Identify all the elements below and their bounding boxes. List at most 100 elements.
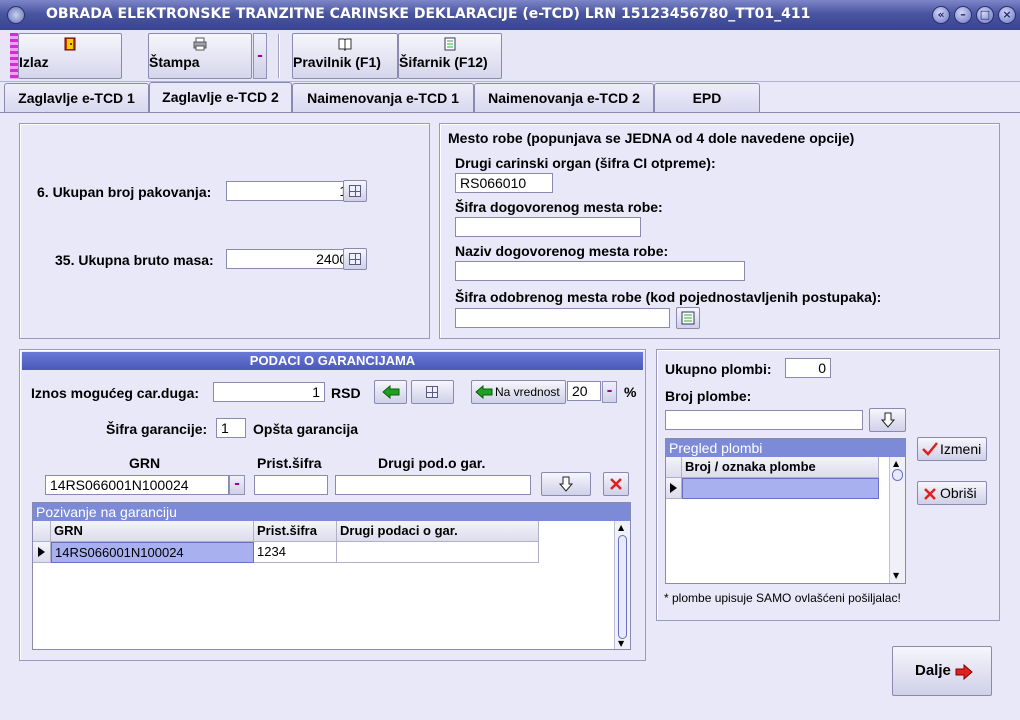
percent-input[interactable]: 20 [567, 381, 601, 401]
tab-header-2[interactable]: Zaglavlje e-TCD 2 [149, 82, 292, 113]
toolbar: Izlaz Štampa - Pravilnik (F1) Šifarnik (… [0, 30, 1020, 82]
exit-label: Izlaz [19, 54, 49, 70]
delete-seal-button[interactable]: Obriši [917, 481, 987, 505]
scroll-up-icon[interactable]: ▲ [618, 523, 624, 532]
maximize-icon[interactable]: □ [976, 6, 994, 24]
column-header-other[interactable]: Drugi podaci o gar. [337, 521, 539, 542]
scroll-down-icon[interactable]: ▼ [893, 571, 899, 580]
edit-seal-button[interactable]: Izmeni [917, 437, 987, 461]
debt-apply-button[interactable] [374, 380, 407, 404]
seals-total-input[interactable]: 0 [785, 358, 831, 378]
seals-grid-scrollbar[interactable]: ▲ ▼ [889, 457, 905, 583]
window-title: OBRADA ELEKTRONSKE TRANZITNE CARINSKE DE… [46, 6, 811, 22]
scroll-down-icon[interactable]: ▼ [618, 639, 624, 648]
column-header-grn[interactable]: GRN [51, 521, 254, 542]
access-code-input[interactable] [254, 475, 328, 495]
delete-seal-label: Obriši [940, 485, 977, 501]
book-icon [338, 38, 352, 51]
scroll-thumb[interactable] [618, 535, 627, 639]
agreed-name-input[interactable] [455, 261, 745, 281]
close-icon[interactable]: × [998, 6, 1016, 24]
table-cell-access[interactable]: 1234 [254, 542, 337, 563]
grn-options-button[interactable]: - [229, 475, 245, 495]
next-label: Dalje [915, 662, 951, 679]
list-document-icon [444, 37, 456, 51]
seals-grid-title: Pregled plombi [666, 439, 905, 457]
debt-label: Iznos mogućeg car.duga: [31, 385, 200, 401]
title-bar: OBRADA ELEKTRONSKE TRANZITNE CARINSKE DE… [0, 0, 1020, 30]
guarantee-code-input[interactable]: 1 [216, 418, 246, 438]
gross-mass-label: 35. Ukupna bruto masa: [55, 252, 214, 268]
toolbar-grip[interactable] [10, 33, 18, 79]
calculator-icon [426, 386, 438, 398]
agreed-code-label: Šifra dogovorenog mesta robe: [455, 199, 663, 215]
other-guarantee-input[interactable] [335, 475, 531, 495]
minimize-icon[interactable]: – [954, 6, 972, 24]
percent-options-button[interactable]: - [602, 381, 617, 403]
column-header-access[interactable]: Prist.šifra [254, 521, 337, 542]
seals-note: * plombe upisuje SAMO ovlašćeni pošiljal… [664, 591, 901, 605]
scroll-thumb[interactable] [892, 469, 903, 481]
toolbar-separator [278, 34, 280, 78]
approved-code-lookup-button[interactable] [676, 307, 700, 329]
column-header-seal[interactable]: Broj / oznaka plombe [682, 457, 879, 478]
to-value-button[interactable]: Na vrednost [471, 380, 566, 404]
guarantee-code-label: Šifra garancije: [106, 421, 208, 437]
tab-epd[interactable]: EPD [654, 83, 760, 112]
row-pointer-icon [670, 483, 677, 493]
grn-input[interactable]: 14RS066001N100024 [45, 475, 229, 495]
codebook-button[interactable]: Šifarnik (F12) [398, 33, 502, 79]
green-left-arrow-icon [382, 385, 400, 399]
guarantee-header: PODACI O GARANCIJAMA [22, 352, 643, 370]
tab-items-1[interactable]: Naimenovanja e-TCD 1 [292, 83, 474, 112]
add-guarantee-button[interactable] [541, 472, 591, 496]
grn-label: GRN [129, 455, 161, 471]
row-indicator[interactable] [666, 478, 682, 499]
rules-button[interactable]: Pravilnik (F1) [292, 33, 398, 79]
to-value-label: Na vrednost [495, 385, 560, 399]
table-cell-grn[interactable]: 14RS066001N100024 [51, 542, 254, 563]
gross-mass-calc-button[interactable] [343, 248, 367, 270]
other-customs-input[interactable]: RS066010 [455, 173, 553, 193]
seals-grid: Pregled plombi Broj / oznaka plombe ▲ ▼ [665, 438, 906, 584]
delete-guarantee-button[interactable] [603, 472, 629, 496]
seal-number-label: Broj plombe: [665, 388, 752, 404]
calculator-icon [349, 185, 361, 197]
app-menu-icon[interactable] [7, 6, 25, 24]
door-icon [64, 37, 76, 51]
scroll-up-icon[interactable]: ▲ [893, 459, 899, 468]
add-seal-button[interactable] [869, 408, 906, 432]
debt-input[interactable]: 1 [213, 382, 325, 402]
edit-seal-label: Izmeni [940, 441, 982, 457]
next-button[interactable]: Dalje [892, 646, 992, 696]
print-button[interactable]: Štampa [148, 33, 252, 79]
down-arrow-icon [559, 476, 573, 492]
seals-panel: Ukupno plombi: 0 Broj plombe: Pregled pl… [656, 349, 1000, 621]
guarantee-code-desc: Opšta garancija [253, 421, 359, 437]
packages-input[interactable]: 16 [226, 181, 360, 201]
agreed-name-label: Naziv dogovorenog mesta robe: [455, 243, 669, 259]
table-cell-other[interactable] [337, 542, 539, 563]
rules-label: Pravilnik (F1) [293, 54, 381, 70]
gross-mass-input[interactable]: 24000 [226, 249, 360, 269]
guarantee-grid-scrollbar[interactable]: ▲ ▼ [614, 521, 630, 649]
print-options-button[interactable]: - [253, 33, 267, 79]
packages-calc-button[interactable] [343, 180, 367, 202]
tab-items-2[interactable]: Naimenovanja e-TCD 2 [474, 83, 654, 112]
agreed-code-input[interactable] [455, 217, 641, 237]
approved-code-input[interactable] [455, 308, 670, 328]
guarantee-grid: Pozivanje na garanciju GRN Prist.šifra D… [32, 502, 631, 650]
exit-button[interactable]: Izlaz [18, 33, 122, 79]
restore-icon[interactable]: « [932, 6, 950, 24]
green-left-arrow-icon [475, 385, 493, 399]
guarantee-grid-title: Pozivanje na garanciju [33, 503, 630, 521]
debt-calc-button[interactable] [411, 380, 454, 404]
seal-number-input[interactable] [665, 410, 863, 430]
other-guarantee-label: Drugi pod.o gar. [378, 455, 486, 471]
table-cell-seal[interactable] [682, 478, 879, 499]
packages-label: 6. Ukupan broj pakovanja: [37, 184, 212, 200]
tab-header-1[interactable]: Zaglavlje e-TCD 1 [4, 83, 149, 112]
red-x-icon [924, 488, 936, 500]
row-indicator[interactable] [33, 542, 51, 563]
guarantee-panel: PODACI O GARANCIJAMA Iznos mogućeg car.d… [19, 349, 646, 661]
